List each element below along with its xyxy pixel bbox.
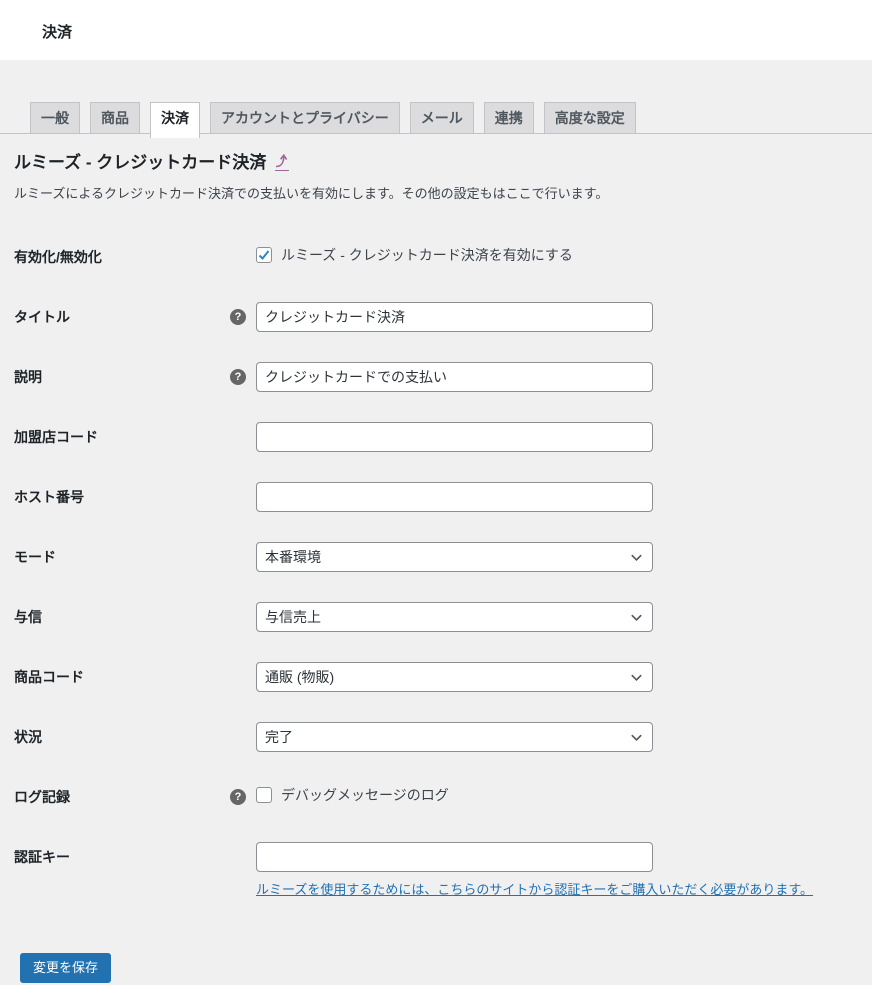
settings-tabs: 一般 商品 決済 アカウントとプライバシー メール 連携 高度な設定 <box>0 60 872 138</box>
merchant-code-label: 加盟店コード <box>14 429 98 445</box>
logging-label: ログ記録 <box>14 789 70 805</box>
enable-checkbox-row: ルミーズ - クレジットカード決済を有効にする <box>256 242 856 265</box>
gateway-description: ルミーズによるクレジットカード決済での支払いを有効にします。その他の設定もはここ… <box>14 186 609 201</box>
field-control-cell <box>256 482 856 512</box>
payment-gateway-settings: ルミーズ - クレジットカード決済 ルミーズによるクレジットカード決済での支払い… <box>0 152 872 983</box>
auth-key-purchase-link[interactable]: ルミーズを使用するためには、こちらのサイトから認証キーをご購入いただく必要があり… <box>256 879 813 898</box>
title-input[interactable] <box>256 302 653 332</box>
enable-checkbox[interactable] <box>256 247 272 263</box>
field-control-cell: 通販 (物販) <box>256 662 856 692</box>
host-number-input[interactable] <box>256 482 653 512</box>
description-label: 説明 <box>14 369 42 385</box>
form-row-host-number: ホスト番号 <box>14 482 856 512</box>
form-row-status: 状況 完了 <box>14 722 856 752</box>
form-row-description: 説明? <box>14 362 856 392</box>
mode-label: モード <box>14 549 56 565</box>
mode-select[interactable]: 本番環境 <box>256 542 653 572</box>
product-code-select-wrap: 通販 (物販) <box>256 662 653 692</box>
curved-up-arrow-icon <box>276 153 288 168</box>
tabbar-divider <box>0 133 872 134</box>
tab-advanced[interactable]: 高度な設定 <box>543 102 636 133</box>
settings-form: 有効化/無効化ルミーズ - クレジットカード決済を有効にするタイトル?説明?加盟… <box>14 242 856 899</box>
field-control-cell: 本番環境 <box>256 542 856 572</box>
field-label-cell: モード <box>14 542 256 572</box>
tab-products[interactable]: 商品 <box>90 102 140 133</box>
form-row-product-code: 商品コード 通販 (物販) <box>14 662 856 692</box>
status-select[interactable]: 完了 <box>256 722 653 752</box>
field-control-cell: デバッグメッセージのログ <box>256 782 856 812</box>
page-heading: 決済 <box>42 24 73 41</box>
enable-label: 有効化/無効化 <box>14 249 102 265</box>
tab-general[interactable]: 一般 <box>30 102 80 133</box>
field-label-cell: 商品コード <box>14 662 256 692</box>
merchant-code-input[interactable] <box>256 422 653 452</box>
back-to-payments-link[interactable] <box>275 153 290 171</box>
field-control-cell: ルミーズ - クレジットカード決済を有効にする <box>256 242 856 272</box>
field-control-cell: 完了 <box>256 722 856 752</box>
field-control-cell <box>256 422 856 452</box>
status-select-wrap: 完了 <box>256 722 653 752</box>
section-title-row: ルミーズ - クレジットカード決済 <box>14 152 856 174</box>
field-label-cell: 説明? <box>14 362 256 392</box>
form-row-mode: モード 本番環境 <box>14 542 856 572</box>
host-number-label: ホスト番号 <box>14 489 84 505</box>
field-control-cell <box>256 362 856 392</box>
field-label-cell: 認証キー <box>14 842 256 899</box>
auth-key-input[interactable] <box>256 842 653 872</box>
product-code-select[interactable]: 通販 (物販) <box>256 662 653 692</box>
tab-payments[interactable]: 決済 <box>150 102 200 138</box>
field-label-cell: 与信 <box>14 602 256 632</box>
logging-checkbox-row: デバッグメッセージのログ <box>256 782 856 805</box>
logging-checkbox-label: デバッグメッセージのログ <box>281 787 449 803</box>
form-row-auth-key: 認証キールミーズを使用するためには、こちらのサイトから認証キーをご購入いただく必… <box>14 842 856 899</box>
help-tip-icon[interactable]: ? <box>230 309 246 325</box>
field-label-cell: タイトル? <box>14 302 256 332</box>
form-row-merchant-code: 加盟店コード <box>14 422 856 452</box>
settings-page: 一般 商品 決済 アカウントとプライバシー メール 連携 高度な設定 ルミーズ - クレジッ… <box>0 60 872 985</box>
field-control-cell <box>256 302 856 332</box>
top-header: 決済 <box>0 0 872 60</box>
auth-key-label: 認証キー <box>14 849 70 865</box>
form-row-enable: 有効化/無効化 ルミーズ - クレジットカード決済を有効にする <box>14 242 856 272</box>
mode-select-wrap: 本番環境 <box>256 542 653 572</box>
field-label-cell: ホスト番号 <box>14 482 256 512</box>
product-code-label: 商品コード <box>14 669 84 685</box>
status-label: 状況 <box>14 729 42 745</box>
gateway-title: ルミーズ - クレジットカード決済 <box>14 153 267 172</box>
tab-emails[interactable]: メール <box>409 102 474 133</box>
help-tip-icon[interactable]: ? <box>230 369 246 385</box>
form-row-authorization: 与信 与信売上 <box>14 602 856 632</box>
authorization-select[interactable]: 与信売上 <box>256 602 653 632</box>
description-input[interactable] <box>256 362 653 392</box>
form-row-logging: ログ記録? デバッグメッセージのログ <box>14 782 856 812</box>
field-control-cell: 与信売上 <box>256 602 856 632</box>
field-label-cell: 状況 <box>14 722 256 752</box>
authorization-label: 与信 <box>14 609 42 625</box>
field-label-cell: 有効化/無効化 <box>14 242 256 272</box>
tab-accounts-privacy[interactable]: アカウントとプライバシー <box>210 102 400 133</box>
logging-checkbox[interactable] <box>256 787 272 803</box>
field-label-cell: ログ記録? <box>14 782 256 812</box>
form-row-title: タイトル? <box>14 302 856 332</box>
field-label-cell: 加盟店コード <box>14 422 256 452</box>
field-control-cell: ルミーズを使用するためには、こちらのサイトから認証キーをご購入いただく必要があり… <box>256 842 856 899</box>
save-changes-button[interactable]: 変更を保存 <box>20 953 112 983</box>
tab-integration[interactable]: 連携 <box>483 102 534 133</box>
authorization-select-wrap: 与信売上 <box>256 602 653 632</box>
enable-checkbox-label: ルミーズ - クレジットカード決済を有効にする <box>281 247 573 263</box>
help-tip-icon[interactable]: ? <box>230 789 246 805</box>
title-label: タイトル <box>14 309 70 325</box>
